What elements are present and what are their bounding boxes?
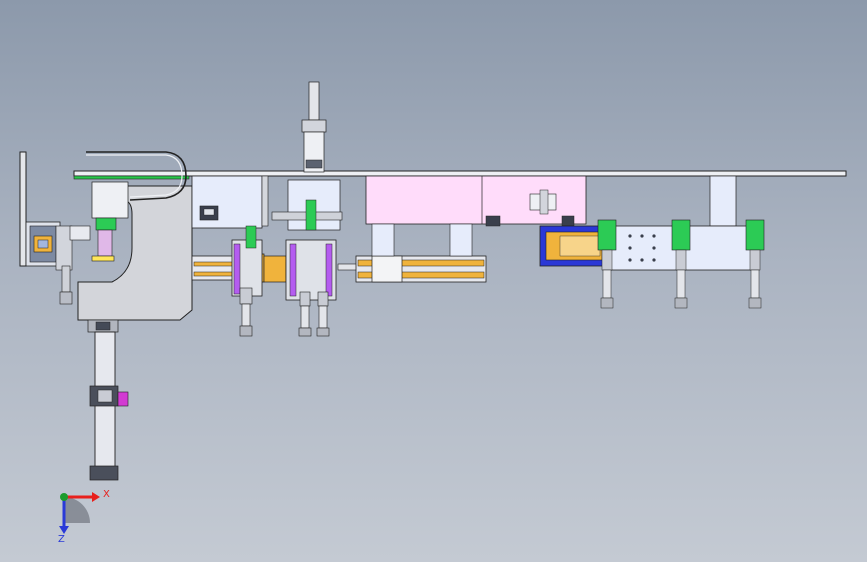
gripper-icon[interactable]	[231, 225, 263, 337]
lower-vertical-cylinder[interactable]	[89, 331, 129, 481]
axis-z-label: Z	[58, 534, 65, 545]
axis-x-label: X	[103, 489, 110, 500]
axis-triad-icon: X Z	[58, 489, 110, 545]
horizontal-slide-2[interactable]	[337, 255, 487, 283]
assembly-drawing[interactable]: X Z	[0, 0, 867, 562]
pneumatic-cylinder-icon[interactable]	[301, 81, 327, 173]
feeder-frame[interactable]	[191, 175, 269, 229]
left-side-plate[interactable]	[19, 151, 27, 267]
cad-viewport[interactable]: X Z	[0, 0, 867, 562]
